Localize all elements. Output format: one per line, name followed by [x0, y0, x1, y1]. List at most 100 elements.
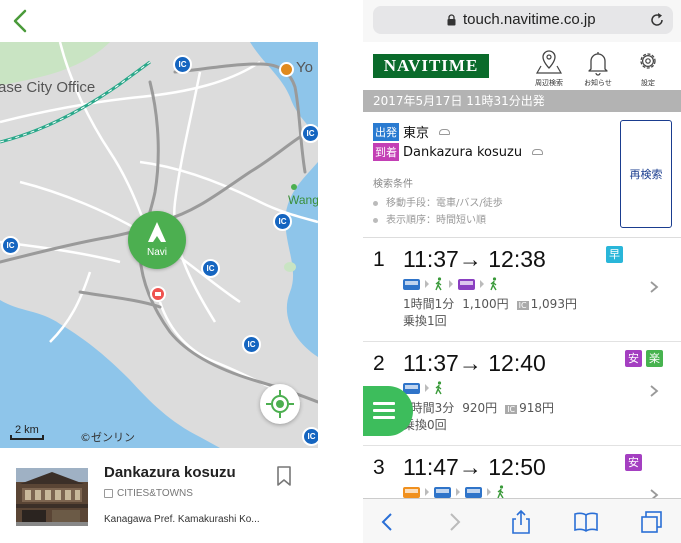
place-thumbnail[interactable]: [16, 468, 88, 526]
route-number: 2: [373, 352, 385, 375]
train-icon: [403, 278, 420, 290]
map-label-wang: Wang: [288, 193, 318, 207]
route-ic-fare: IC 918円: [505, 401, 555, 415]
search-summary-panel: 出発 東京 到着 Dankazura kosuzu 検索条件 移動手段：電車/バ…: [363, 112, 681, 238]
route-ic-fare: IC 1,093円: [516, 297, 577, 311]
walk-icon: [497, 485, 504, 499]
ic-card-icon: IC: [516, 301, 529, 310]
bus-icon: [458, 278, 475, 290]
easiest-badge: 楽: [646, 350, 663, 367]
navi-label: Navi: [146, 247, 167, 258]
route-times: 11:47→ 12:50: [403, 454, 546, 480]
chevron-right-icon: [650, 385, 659, 397]
ic-marker-icon[interactable]: IC: [242, 335, 261, 354]
map-view[interactable]: ase City Office Yo Wang IC IC IC IC IC I…: [0, 42, 318, 448]
ic-marker-icon[interactable]: IC: [173, 55, 192, 74]
map-label-city-office: ase City Office: [0, 79, 96, 96]
map-label-yo: Yo: [296, 59, 313, 76]
place-card[interactable]: Dankazura kosuzu CITIES&TOWNS Kanagawa P…: [0, 448, 318, 543]
route-detail: 1時間3分 920円 IC 918円: [403, 399, 554, 416]
departure-date-bar: 2017年5月17日 11時31分出発: [363, 90, 681, 112]
train-icon: [403, 486, 420, 498]
menu-fab-button[interactable]: [363, 386, 413, 436]
route-modes: [403, 381, 444, 395]
site-header: NAVITIME 周辺検索 お知らせ 設定: [363, 42, 681, 90]
gear-icon: [640, 53, 656, 69]
nearby-search-label: 周辺検索: [535, 79, 563, 87]
navi-button[interactable]: Navi: [128, 211, 186, 269]
ic-marker-icon[interactable]: IC: [201, 259, 220, 278]
park-marker-icon: [291, 184, 297, 190]
place-address: Kanagawa Pref. Kamakurashi Ko...: [104, 514, 260, 525]
settings-button[interactable]: 設定: [629, 48, 667, 88]
tabs-icon[interactable]: [639, 509, 665, 535]
left-top-bar: [0, 0, 318, 42]
route-detail: 1時間1分 1,100円 IC 1,093円: [403, 295, 577, 312]
route-item[interactable]: 2 11:37→ 12:40 安 楽 1時間3分 920円 IC 918円 乗換0…: [363, 342, 681, 446]
weather-cloud-icon: [532, 149, 544, 155]
map-scale: 2 km: [10, 424, 44, 440]
origin-name: 東京: [403, 126, 430, 141]
ic-marker-icon[interactable]: IC: [301, 124, 318, 143]
address-bar[interactable]: touch.navitime.co.jp: [373, 6, 673, 34]
station-marker-icon[interactable]: [279, 62, 294, 77]
ic-marker-icon[interactable]: IC: [302, 427, 318, 446]
fastest-badge: 早: [606, 246, 623, 263]
place-category-label: CITIES&TOWNS: [117, 488, 193, 499]
map-copyright: ©ゼンリン: [80, 431, 135, 444]
current-location-button[interactable]: [260, 384, 300, 424]
route-number: 3: [373, 456, 385, 479]
route-number: 1: [373, 248, 385, 271]
navitime-logo[interactable]: NAVITIME: [373, 54, 489, 78]
route-times: 11:37→ 12:40: [403, 350, 546, 376]
route-fare: 1,100円: [462, 297, 509, 311]
bookmarks-icon[interactable]: [573, 509, 599, 535]
browser-address-area: touch.navitime.co.jp: [363, 0, 681, 42]
back-icon[interactable]: [375, 509, 401, 535]
route-modes: [403, 485, 506, 499]
route-transfers: 乗換1回: [403, 314, 447, 328]
menu-icon: [373, 402, 395, 405]
weather-cloud-icon: [439, 128, 451, 135]
left-app-pane: ase City Office Yo Wang IC IC IC IC IC I…: [0, 0, 318, 543]
route-times: 11:37→ 12:38: [403, 246, 546, 272]
ic-marker-icon[interactable]: IC: [1, 236, 20, 255]
map-pin-icon: [535, 50, 563, 74]
route-modes: [403, 277, 499, 291]
research-button[interactable]: 再検索: [620, 120, 672, 228]
forward-icon[interactable]: [441, 509, 467, 535]
origin-row: 出発 東京: [373, 122, 451, 141]
train-icon: [403, 382, 420, 394]
url-text: touch.navitime.co.jp: [463, 11, 596, 28]
destination-name: Dankazura kosuzu: [403, 144, 523, 160]
notifications-button[interactable]: お知らせ: [579, 48, 617, 88]
browser-toolbar: [363, 498, 681, 543]
route-item[interactable]: 1 11:37→ 12:38 早 1時間1分 1,100円 IC 1,093円 乗…: [363, 238, 681, 342]
condition-item: 移動手段：電車/バス/徒歩: [373, 194, 503, 209]
place-name: Dankazura kosuzu: [104, 464, 236, 481]
back-chevron-icon[interactable]: [10, 8, 32, 34]
reload-icon[interactable]: [649, 12, 665, 28]
cheapest-badge: 安: [625, 454, 642, 471]
train-icon: [465, 486, 482, 498]
condition-item: 表示順序：時間短い順: [373, 211, 486, 226]
notifications-label: お知らせ: [584, 79, 612, 87]
nearby-search-button[interactable]: 周辺検索: [530, 48, 568, 88]
bookmark-icon[interactable]: [276, 466, 292, 486]
walk-icon: [435, 381, 442, 395]
cheapest-badge: 安: [625, 350, 642, 367]
bell-icon: [588, 52, 608, 76]
ic-card-icon: IC: [505, 405, 518, 414]
category-icon: [104, 489, 113, 498]
place-category: CITIES&TOWNS: [104, 488, 193, 499]
building-photo-icon: [16, 468, 88, 526]
walk-icon: [435, 277, 442, 291]
ic-marker-icon[interactable]: IC: [273, 212, 292, 231]
settings-label: 設定: [641, 79, 655, 87]
hotel-marker-icon[interactable]: [150, 286, 166, 302]
chevron-right-icon: [650, 281, 659, 293]
route-duration: 1時間1分: [403, 297, 455, 311]
destination-row: 到着 Dankazura kosuzu: [373, 143, 544, 161]
share-icon[interactable]: [508, 509, 534, 535]
train-icon: [434, 486, 451, 498]
